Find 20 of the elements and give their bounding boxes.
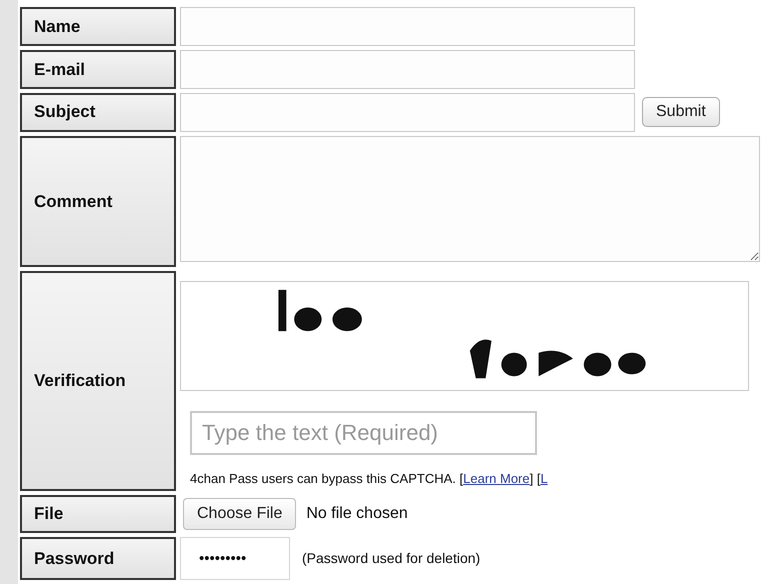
field-label: Verification — [20, 271, 176, 492]
comment-field[interactable] — [180, 136, 760, 262]
link[interactable]: L — [540, 471, 548, 486]
field-label: Comment — [20, 136, 176, 268]
text-field[interactable] — [180, 7, 635, 46]
field-label: Subject — [20, 92, 176, 132]
field-label: Password — [20, 537, 176, 580]
password-field[interactable]: ••••••••• — [180, 537, 290, 580]
link[interactable]: Learn More — [463, 471, 530, 486]
choose-file-button[interactable]: Choose File — [183, 498, 296, 530]
field-label: E-mail — [20, 50, 176, 89]
password-hint: (Password used for deletion) — [302, 549, 480, 568]
text-field[interactable] — [180, 92, 635, 132]
captcha-note: 4chan Pass users can bypass this CAPTCHA. [Learn More] [L — [190, 470, 549, 488]
submit-button[interactable]: Submit — [642, 97, 720, 128]
file-status: No file chosen — [306, 504, 408, 524]
captcha-field[interactable]: Type the text (Required) — [190, 411, 537, 456]
field-label: Name — [20, 7, 176, 46]
field-label: File — [20, 495, 176, 534]
text-field[interactable] — [180, 50, 635, 89]
